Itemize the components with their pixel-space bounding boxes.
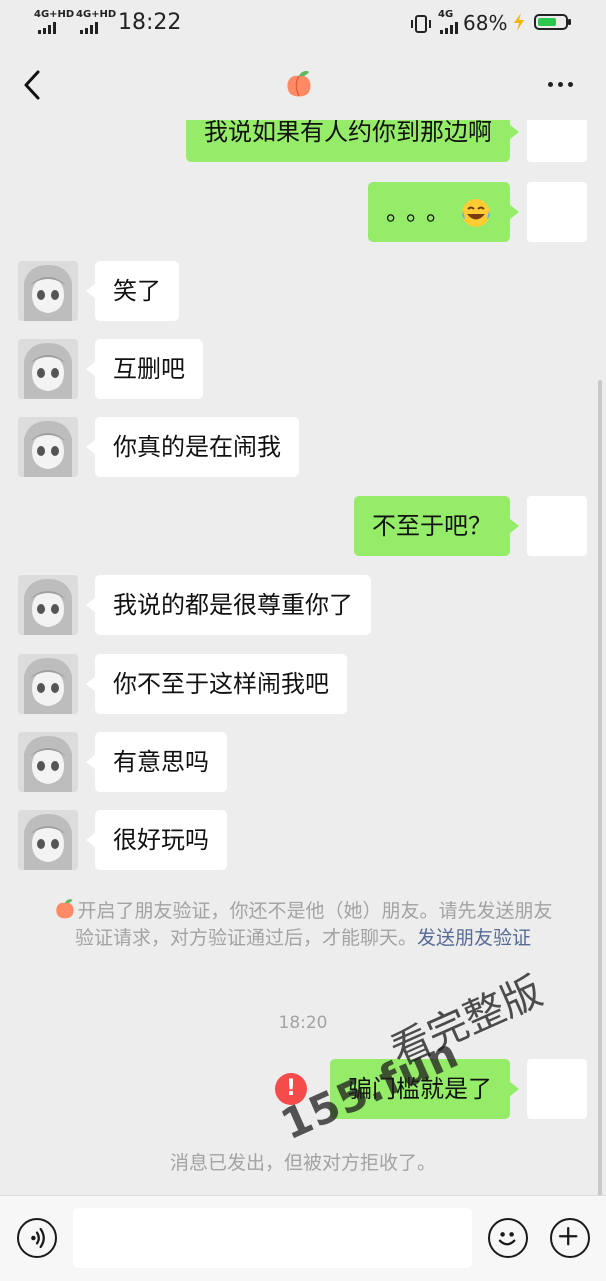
signal-icon xyxy=(38,22,56,34)
message-bubble[interactable]: 不至于吧？ xyxy=(354,496,519,556)
message-row: 我说如果有人约你到那边啊 xyxy=(0,120,606,164)
avatar[interactable] xyxy=(527,182,587,242)
input-bar xyxy=(0,1195,606,1281)
network-label-1: 4G+HD xyxy=(34,9,75,20)
message-bubble[interactable]: 骗门槛就是了 xyxy=(330,1059,519,1119)
message-row: 你不至于这样闹我吧 xyxy=(0,654,606,716)
vibrate-icon xyxy=(411,15,431,33)
peach-emoji-icon xyxy=(287,71,311,97)
chat-header xyxy=(0,48,606,120)
avatar[interactable] xyxy=(527,120,587,162)
message-row: 。。。 xyxy=(0,182,606,244)
message-bubble[interactable]: 你真的是在闹我 xyxy=(86,417,299,477)
send-verification-link[interactable]: 发送朋友验证 xyxy=(417,927,531,949)
friend-verification-notice: 开启了朋友验证，你还不是他（她）朋友。请先发送朋友验证请求，对方验证通过后，才能… xyxy=(50,897,556,952)
anime-girl-avatar-icon xyxy=(18,654,78,714)
status-bar: 4G+HD 4G+HD 18:22 4G 68% xyxy=(0,0,606,48)
signal-icon xyxy=(80,22,98,34)
voice-icon[interactable] xyxy=(17,1218,57,1258)
more-dots-icon[interactable] xyxy=(548,82,580,90)
anime-girl-avatar-icon xyxy=(18,810,78,870)
signal-icon xyxy=(440,22,458,34)
avatar[interactable] xyxy=(18,339,78,399)
message-row: 你真的是在闹我 xyxy=(0,417,606,479)
message-timestamp: 18:20 xyxy=(278,1013,328,1033)
anime-girl-avatar-icon xyxy=(18,575,78,635)
message-row: 笑了 xyxy=(0,261,606,323)
message-text: 。。。 xyxy=(386,198,458,226)
avatar[interactable] xyxy=(18,417,78,477)
message-input[interactable] xyxy=(73,1208,472,1268)
message-bubble[interactable]: 很好玩吗 xyxy=(86,810,227,870)
rejected-notice: 消息已发出，但被对方拒收了。 xyxy=(169,1152,436,1174)
message-row: ! 骗门槛就是了 xyxy=(0,1059,606,1121)
message-bubble[interactable]: 你不至于这样闹我吧 xyxy=(86,654,347,714)
message-row: 很好玩吗 xyxy=(0,810,606,872)
avatar[interactable] xyxy=(18,575,78,635)
emoji-icon[interactable] xyxy=(488,1218,528,1258)
peach-emoji-icon xyxy=(56,899,75,919)
avatar[interactable] xyxy=(18,732,78,792)
avatar[interactable] xyxy=(18,810,78,870)
avatar[interactable] xyxy=(527,496,587,556)
rofl-emoji-icon xyxy=(462,199,490,227)
battery-icon xyxy=(534,14,571,30)
message-bubble[interactable]: 我说的都是很尊重你了 xyxy=(86,575,371,635)
avatar[interactable] xyxy=(18,654,78,714)
anime-girl-avatar-icon xyxy=(18,261,78,321)
message-row: 我说的都是很尊重你了 xyxy=(0,575,606,637)
clock: 18:22 xyxy=(118,10,182,35)
message-bubble[interactable]: 有意思吗 xyxy=(86,732,227,792)
anime-girl-avatar-icon xyxy=(18,732,78,792)
anime-girl-avatar-icon xyxy=(18,417,78,477)
message-row: 不至于吧？ xyxy=(0,496,606,558)
message-bubble[interactable]: 我说如果有人约你到那边啊 xyxy=(186,120,519,162)
battery-level xyxy=(538,18,556,26)
error-icon[interactable]: ! xyxy=(275,1073,307,1105)
chevron-left-icon[interactable] xyxy=(20,68,50,102)
avatar[interactable] xyxy=(18,261,78,321)
message-row: 互删吧 xyxy=(0,339,606,401)
message-bubble[interactable]: 。。。 xyxy=(368,182,519,242)
network-label-3: 4G xyxy=(438,9,454,20)
message-row: 有意思吗 xyxy=(0,732,606,794)
network-label-2: 4G+HD xyxy=(76,9,117,20)
battery-percent: 68% xyxy=(463,11,508,35)
message-bubble[interactable]: 互删吧 xyxy=(86,339,203,399)
chat-messages[interactable]: 我说如果有人约你到那边啊 。。。 笑了 互删吧 你真的是在闹我 不至于吧？ 我说… xyxy=(0,120,606,1195)
anime-girl-avatar-icon xyxy=(18,339,78,399)
avatar[interactable] xyxy=(527,1059,587,1119)
charging-icon xyxy=(514,13,524,31)
message-bubble[interactable]: 笑了 xyxy=(86,261,179,321)
plus-icon[interactable] xyxy=(550,1218,590,1258)
